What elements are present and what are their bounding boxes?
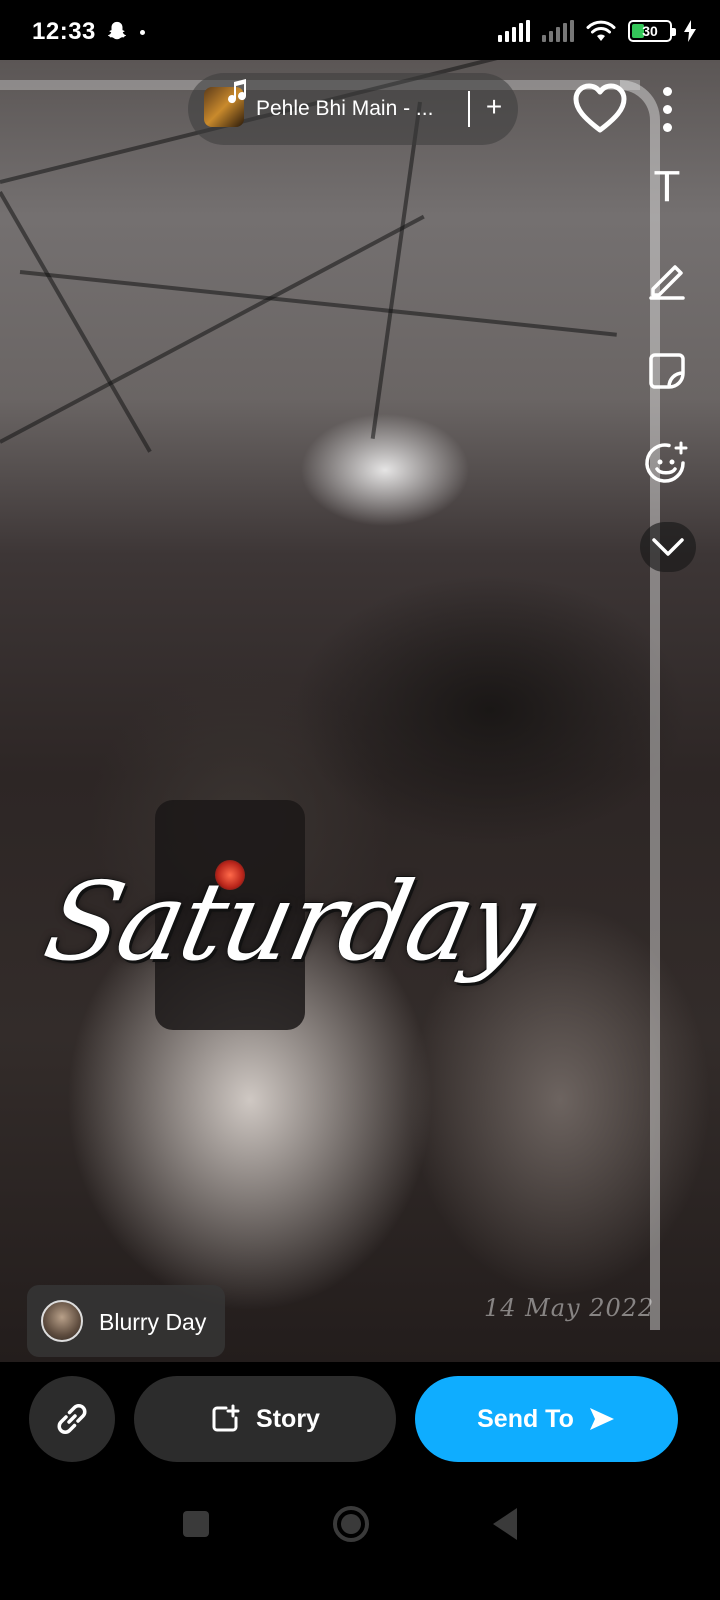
music-divider — [468, 91, 470, 127]
back-button[interactable] — [493, 1508, 517, 1540]
music-title: Pehle Bhi Main - ... — [256, 97, 434, 120]
wifi-icon — [586, 20, 616, 41]
snapchat-ghost-icon — [107, 21, 127, 40]
music-add-button[interactable]: + — [480, 93, 508, 122]
signal-icon — [498, 20, 530, 42]
story-button[interactable]: Story — [134, 1376, 396, 1462]
send-to-button[interactable]: Send To — [415, 1376, 678, 1462]
heart-icon[interactable] — [572, 80, 628, 136]
charging-icon — [684, 20, 696, 42]
battery-level: 30 — [642, 23, 658, 39]
saturday-caption[interactable]: Saturday — [35, 860, 543, 985]
link-button[interactable] — [29, 1376, 115, 1462]
music-note-icon — [228, 79, 247, 104]
notification-dot-icon — [140, 30, 145, 35]
more-icon[interactable] — [654, 84, 680, 134]
date-stamp: 14 May 2022 — [484, 1294, 655, 1322]
snap-photo[interactable]: Saturday 14 May 2022 — [0, 60, 720, 1362]
sticker-icon[interactable] — [640, 344, 694, 398]
chevron-down-icon[interactable] — [640, 522, 696, 572]
status-time: 12:33 — [32, 18, 96, 45]
text-icon[interactable]: T — [640, 160, 694, 214]
avatar — [41, 1300, 83, 1342]
home-button[interactable] — [333, 1506, 369, 1542]
status-icons: 30 — [498, 18, 696, 44]
text-tool-label: T — [653, 162, 681, 211]
lens-icon[interactable] — [640, 438, 694, 492]
add-story-icon — [212, 1404, 240, 1432]
send-arrow-icon — [589, 1408, 614, 1430]
story-label: Story — [256, 1404, 320, 1433]
link-icon — [57, 1404, 87, 1434]
recent-apps-button[interactable] — [183, 1511, 209, 1537]
battery-icon: 30 — [628, 20, 676, 42]
pencil-icon[interactable] — [640, 252, 694, 306]
signal-no-service-icon — [542, 20, 574, 42]
send-to-label: Send To — [477, 1404, 574, 1433]
blurry-day-chip[interactable]: Blurry Day — [27, 1285, 225, 1357]
chip-label: Blurry Day — [99, 1309, 207, 1335]
status-bar: 12:33 30 — [0, 0, 720, 60]
